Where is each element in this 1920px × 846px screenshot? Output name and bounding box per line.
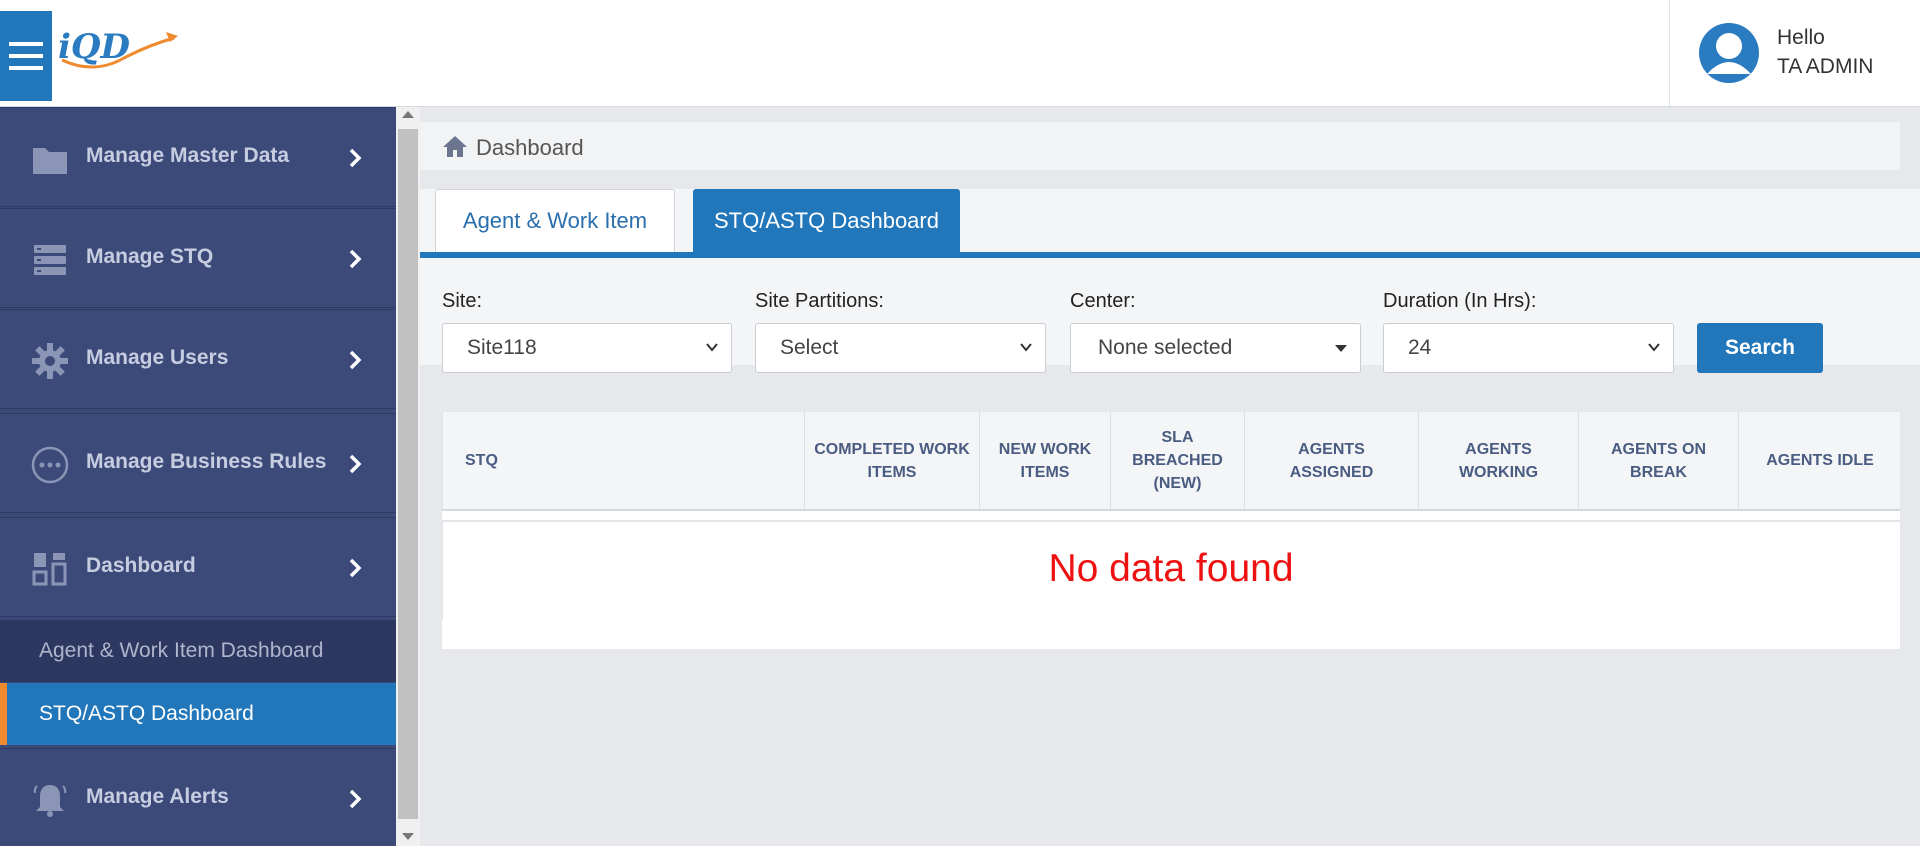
center-label: Center:: [1070, 290, 1136, 312]
folder-icon: [33, 148, 67, 174]
tab-agent-work-item[interactable]: Agent & Work Item: [435, 189, 675, 252]
server-icon: [34, 245, 66, 275]
sidebar-subitem-stq-astq-dashboard[interactable]: STQ/ASTQ Dashboard: [0, 683, 396, 745]
sidebar-item-dashboard[interactable]: Dashboard: [0, 517, 396, 617]
scrollbar-thumb[interactable]: [398, 129, 418, 819]
bell-icon: [33, 785, 67, 817]
table-header: STQ COMPLETED WORK ITEMS NEW WORK ITEMS …: [442, 412, 1900, 511]
main-content: Dashboard Agent & Work Item STQ/ASTQ Das…: [420, 107, 1920, 846]
duration-select[interactable]: 24: [1383, 323, 1674, 373]
logo[interactable]: iQD: [54, 20, 184, 80]
site-partitions-select-value: Select: [780, 336, 839, 359]
home-icon[interactable]: [442, 134, 468, 158]
sidebar-item-manage-business-rules[interactable]: Manage Business Rules: [0, 413, 396, 513]
avatar-icon: [1699, 23, 1759, 83]
sidebar-item-label: Manage Business Rules: [86, 450, 327, 473]
hamburger-menu-button[interactable]: [0, 11, 52, 101]
chevron-down-icon: [1020, 343, 1032, 352]
sidebar-subitem-label: Agent & Work Item Dashboard: [39, 639, 324, 662]
chevron-right-icon: [349, 249, 362, 269]
greeting-text: Hello: [1777, 26, 1825, 49]
chevron-right-icon: [349, 454, 362, 474]
search-button[interactable]: Search: [1697, 323, 1823, 373]
sidebar-item-manage-master-data[interactable]: Manage Master Data: [0, 107, 396, 207]
site-select[interactable]: Site118: [442, 323, 732, 373]
hamburger-icon: [9, 42, 43, 70]
column-header-sla-breached[interactable]: SLA BREACHED (NEW): [1111, 412, 1245, 509]
site-label: Site:: [442, 290, 483, 312]
sidebar-subitem-label: STQ/ASTQ Dashboard: [39, 702, 254, 725]
sidebar: Manage Master Data Manage STQ Manage Use…: [0, 107, 396, 846]
sidebar-item-manage-stq[interactable]: Manage STQ: [0, 208, 396, 308]
tab-underline: [420, 252, 1920, 258]
column-header-agents-on-break[interactable]: AGENTS ON BREAK: [1579, 412, 1739, 509]
column-header-agents-idle[interactable]: AGENTS IDLE: [1739, 412, 1901, 509]
sidebar-subitem-agent-work-item-dashboard[interactable]: Agent & Work Item Dashboard: [0, 620, 396, 682]
duration-select-value: 24: [1408, 336, 1432, 359]
chevron-down-icon: [706, 343, 718, 352]
chevron-down-icon: [1648, 343, 1660, 352]
column-header-new-work-items[interactable]: NEW WORK ITEMS: [980, 412, 1111, 509]
gear-icon: [32, 343, 68, 379]
logo-icon: iQD: [58, 27, 178, 69]
dashboard-panel: Agent & Work Item STQ/ASTQ Dashboard Sit…: [420, 189, 1920, 373]
duration-label: Duration (In Hrs):: [1383, 290, 1537, 312]
stq-table: STQ COMPLETED WORK ITEMS NEW WORK ITEMS …: [442, 412, 1900, 649]
chevron-right-icon: [349, 558, 362, 578]
sidebar-scrollbar[interactable]: [396, 107, 420, 846]
more-circle-icon: [31, 446, 69, 484]
sidebar-item-label: Manage STQ: [86, 245, 214, 268]
table-divider: [442, 520, 1900, 522]
svg-text:iQD: iQD: [58, 27, 131, 67]
sidebar-item-label: Dashboard: [86, 554, 196, 577]
no-data-message: No data found: [1048, 547, 1294, 590]
column-header-agents-assigned[interactable]: AGENTS ASSIGNED: [1245, 412, 1419, 509]
breadcrumb-dashboard[interactable]: Dashboard: [476, 135, 584, 161]
sidebar-item-label: Manage Users: [86, 346, 229, 369]
chevron-right-icon: [349, 148, 362, 168]
site-partitions-select[interactable]: Select: [755, 323, 1046, 373]
center-multiselect[interactable]: None selected: [1070, 323, 1361, 373]
sidebar-item-label: Manage Alerts: [86, 785, 229, 808]
chevron-right-icon: [349, 350, 362, 370]
column-header-completed-work-items[interactable]: COMPLETED WORK ITEMS: [805, 412, 980, 509]
site-partitions-label: Site Partitions:: [755, 290, 884, 312]
grid-icon: [32, 553, 67, 586]
top-header: iQD Hello TA ADMIN: [0, 0, 1920, 107]
site-select-value: Site118: [467, 336, 537, 359]
sidebar-item-label: Manage Master Data: [86, 144, 290, 167]
breadcrumb: Dashboard: [420, 122, 1900, 170]
caret-down-icon: [1335, 345, 1347, 352]
center-select-value: None selected: [1098, 336, 1233, 359]
sidebar-item-manage-users[interactable]: Manage Users: [0, 309, 396, 409]
column-header-agents-working[interactable]: AGENTS WORKING: [1419, 412, 1579, 509]
scroll-down-arrow-icon[interactable]: [402, 833, 414, 840]
tab-stq-astq-dashboard[interactable]: STQ/ASTQ Dashboard: [693, 189, 960, 252]
column-header-stq[interactable]: STQ: [443, 412, 805, 509]
user-profile[interactable]: Hello TA ADMIN: [1669, 0, 1920, 106]
sidebar-item-manage-alerts[interactable]: Manage Alerts: [0, 748, 396, 846]
user-name: TA ADMIN: [1777, 55, 1874, 78]
chevron-right-icon: [349, 789, 362, 809]
scroll-up-arrow-icon[interactable]: [402, 111, 414, 118]
